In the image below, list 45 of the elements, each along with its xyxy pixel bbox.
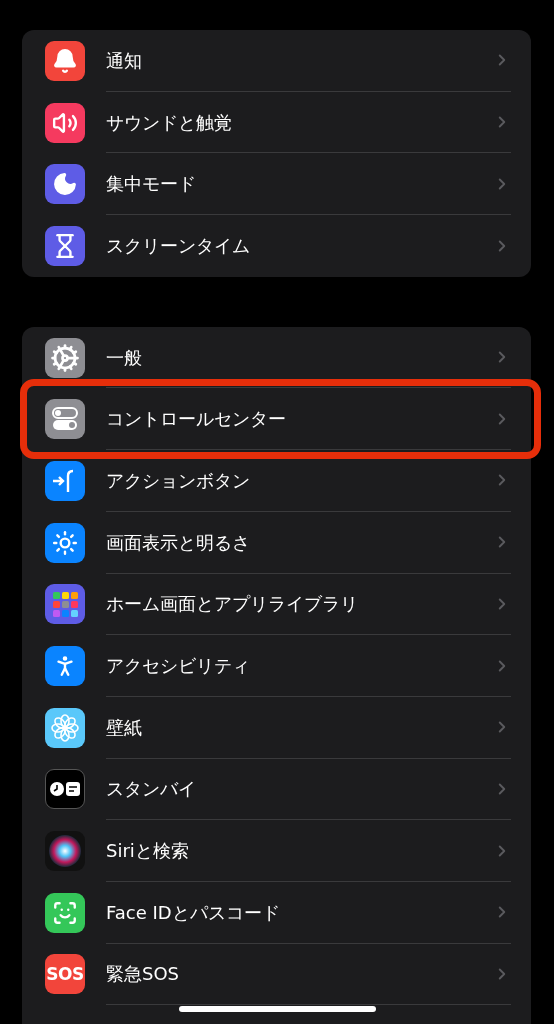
row-label: コントロールセンター [106,407,287,432]
settings-row[interactable]: 集中モード [22,153,531,216]
settings-row[interactable]: Siriと検索 [22,820,531,882]
speaker-icon [45,102,85,143]
settings-row[interactable]: スタンバイ [22,758,531,821]
row-label: アクションボタン [106,468,251,493]
toggles-icon [45,399,85,440]
clock-card-icon [45,769,85,810]
hourglass-icon [45,225,85,266]
row-label: 一般 [106,345,143,370]
settings-row[interactable]: 通知 [22,30,531,92]
sun-icon [45,522,85,563]
arrow-bracket-icon [45,460,85,501]
row-label: アクセシビリティ [106,654,251,679]
row-label: Siriと検索 [106,839,190,864]
settings-row[interactable]: コントロールセンター [22,388,531,451]
sos-icon: SOS [45,954,85,995]
app-grid-icon [45,584,85,625]
settings-row[interactable]: SOS 緊急SOS [22,943,531,1006]
settings-row[interactable]: ホーム画面とアプリライブラリ [22,573,531,636]
bell-icon [45,40,85,81]
accessibility-icon [45,646,85,687]
row-label: 集中モード [106,172,197,197]
row-label: 壁紙 [106,715,143,740]
settings-icon [45,337,85,378]
orb-icon [45,831,85,872]
settings-row[interactable]: 一般 [22,326,531,389]
row-label: 緊急SOS [106,962,181,987]
settings-row[interactable]: アクションボタン [22,450,531,512]
settings-row[interactable]: アクセシビリティ [22,635,531,697]
settings-row[interactable]: サウンドと触覚 [22,91,531,154]
row-label: ホーム画面とアプリライブラリ [106,592,359,617]
flower-icon [45,707,85,748]
row-label: 画面表示と明るさ [106,530,251,555]
row-label: スタンバイ [106,777,197,802]
row-label: サウンドと触覚 [106,110,233,135]
face-scan-icon [45,892,85,933]
settings-row[interactable]: 壁紙 [22,696,531,759]
settings-row[interactable]: 画面表示と明るさ [22,511,531,574]
moon-icon [45,164,85,205]
row-label: スクリーンタイム [106,234,251,259]
row-label: 通知 [106,48,143,73]
row-label: Face IDとパスコード [106,900,281,925]
settings-row[interactable]: Face IDとパスコード [22,881,531,944]
settings-row[interactable]: スクリーンタイム [22,215,531,277]
